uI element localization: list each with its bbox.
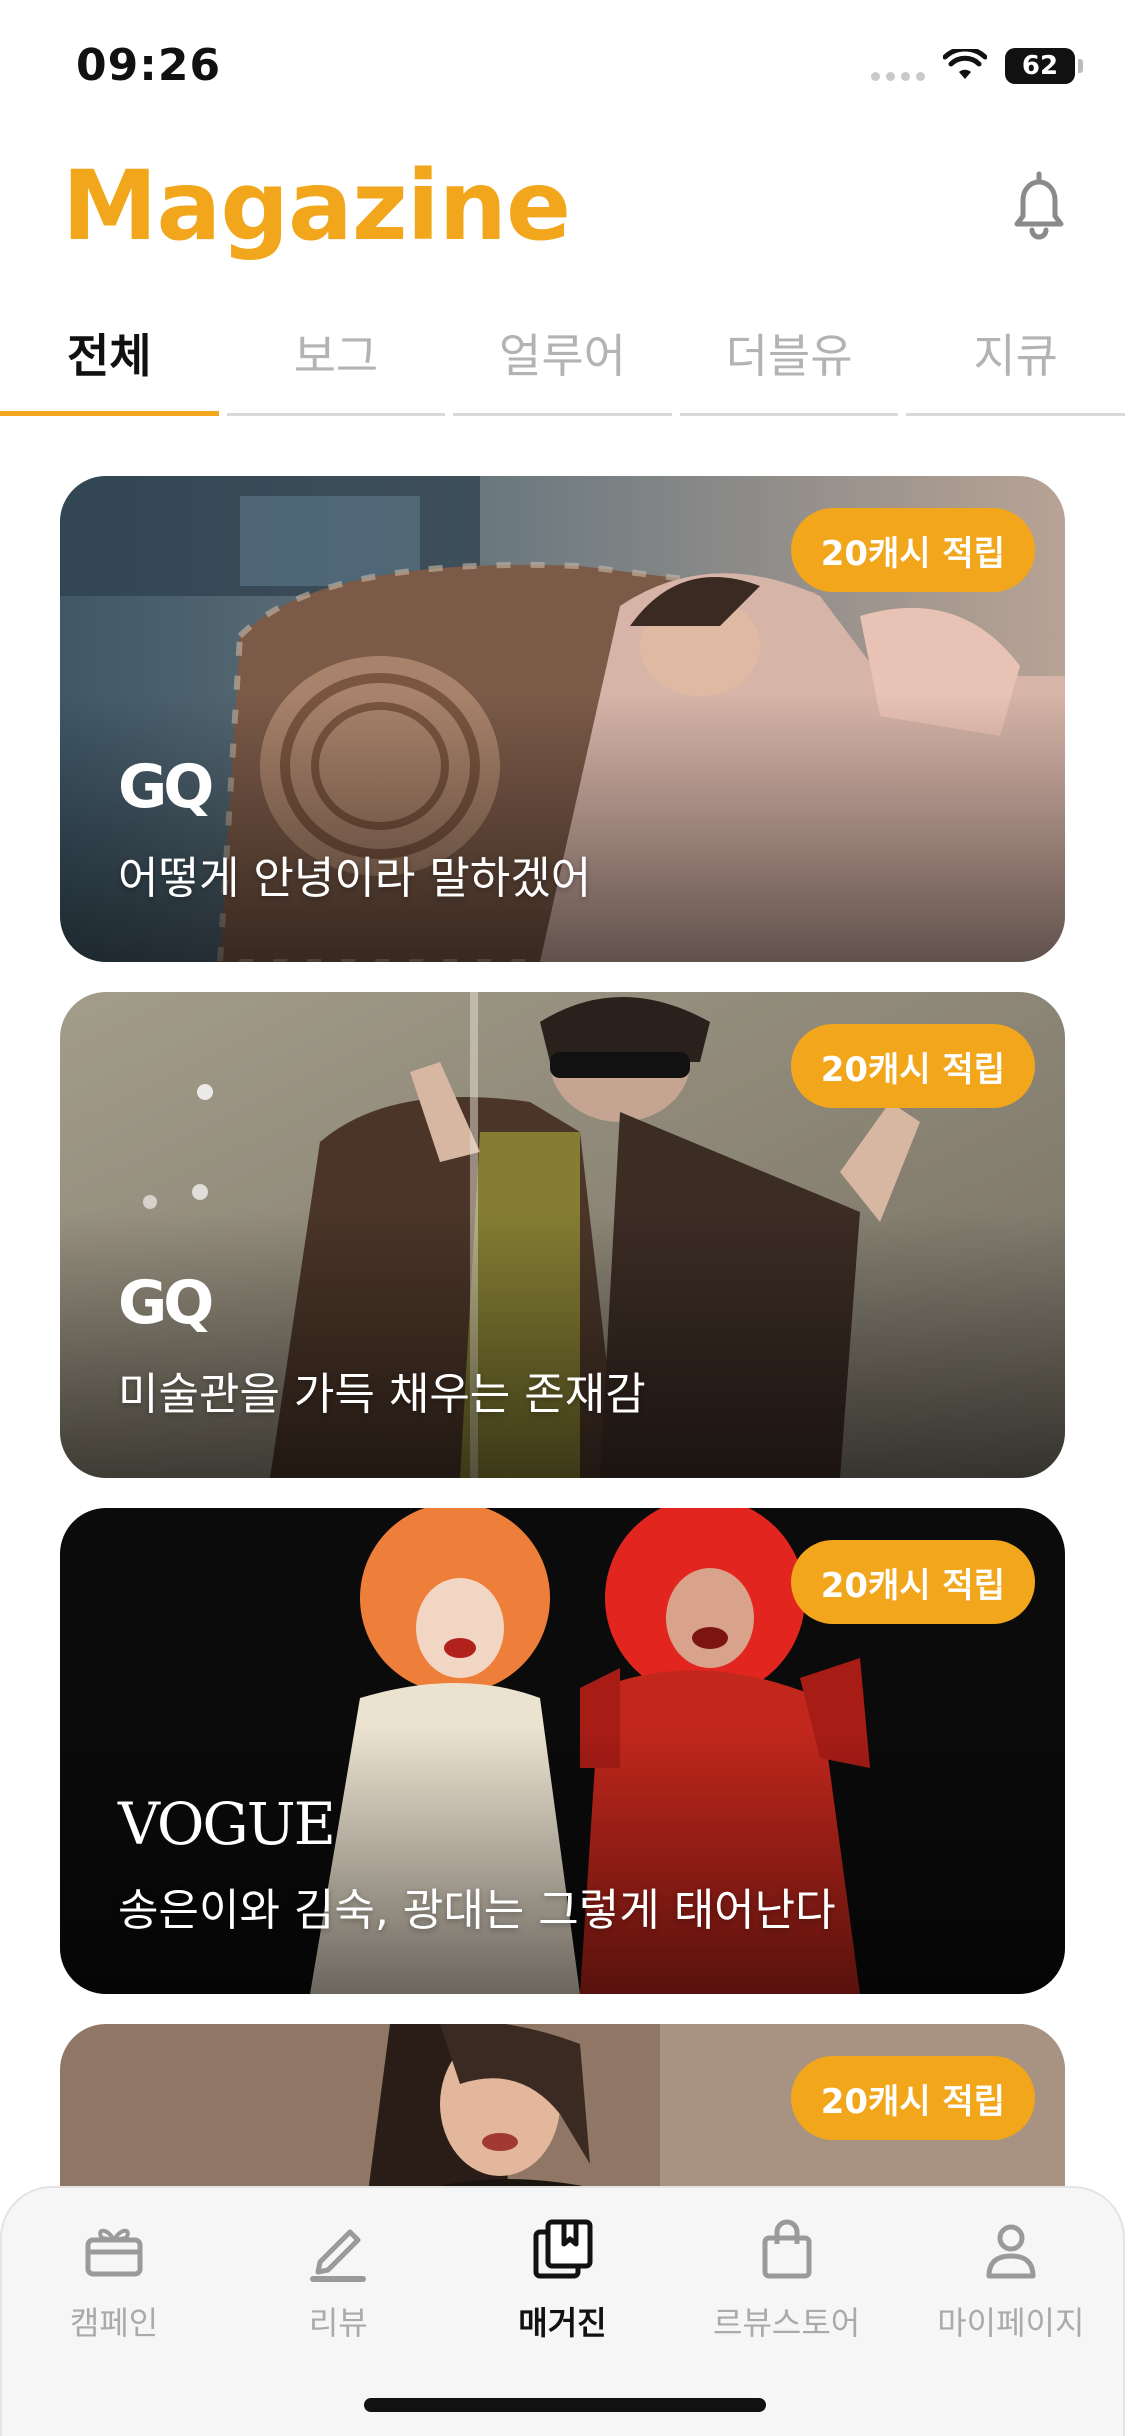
nav-label: 리뷰 <box>308 2304 368 2342</box>
pencil-icon <box>310 2229 367 2282</box>
nav-label: 르뷰스토어 <box>713 2304 861 2342</box>
tab-divider <box>906 413 1125 416</box>
cash-reward-badge: 20캐시 적립 <box>790 2056 1035 2140</box>
tab-divider <box>226 413 446 416</box>
magazine-feed: 20캐시 적립 GQ 어떻게 안녕이라 말하겠어 20캐시 적립 GQ 미술관을… <box>60 476 1065 2436</box>
tab-indicator <box>0 411 219 416</box>
nav-item-campaign[interactable]: 캠페인 <box>14 2218 214 2344</box>
wifi-icon <box>943 49 987 79</box>
vogue-logo: VOGUE <box>118 1790 336 1858</box>
tab-vogue[interactable]: 보그 <box>226 300 446 416</box>
tab-divider <box>453 413 672 416</box>
tab-label: 더블유 <box>725 329 853 383</box>
nav-label: 캠페인 <box>69 2304 159 2342</box>
magazine-screen: 09:26 62 Magazine 전체 보그 얼루어 더블유 지큐 20캐시 … <box>0 0 1125 2436</box>
gift-icon <box>85 2228 143 2277</box>
cash-reward-badge: 20캐시 적립 <box>790 1540 1035 1624</box>
nav-label: 매거진 <box>518 2304 607 2342</box>
article-title: 송은이와 김숙, 광대는 그렇게 태어난다 <box>118 1885 836 1936</box>
header: Magazine <box>0 140 1125 280</box>
tab-label: 지큐 <box>973 329 1058 383</box>
tab-divider <box>679 413 899 416</box>
article-title: 미술관을 가득 채우는 존재감 <box>118 1369 646 1420</box>
status-bar: 09:26 62 <box>0 0 1125 140</box>
gq-logo: GQ <box>118 1268 214 1338</box>
tab-label: 얼루어 <box>499 329 626 383</box>
nav-item-mypage[interactable]: 마이페이지 <box>911 2218 1111 2344</box>
nav-item-magazine[interactable]: 매거진 <box>462 2218 662 2344</box>
tab-gq[interactable]: 지큐 <box>906 300 1125 416</box>
status-icons: 62 <box>871 48 1083 84</box>
tab-all[interactable]: 전체 <box>0 300 219 416</box>
category-tabs: 전체 보그 얼루어 더블유 지큐 <box>0 300 1125 416</box>
magazine-icon <box>533 2219 593 2279</box>
nav-item-store[interactable]: 르뷰스토어 <box>687 2218 887 2344</box>
gq-logo: GQ <box>118 752 214 822</box>
bottom-navigation: 캠페인 리뷰 매거진 르뷰스토어 마이페이지 <box>0 2186 1125 2436</box>
cash-reward-badge: 20캐시 적립 <box>790 1024 1035 1108</box>
article-card[interactable]: 20캐시 적립 GQ 미술관을 가득 채우는 존재감 <box>60 992 1065 1478</box>
person-icon <box>986 2224 1036 2279</box>
tab-w[interactable]: 더블유 <box>679 300 899 416</box>
tab-label: 전체 <box>66 329 152 383</box>
article-card[interactable]: 20캐시 적립 GQ 어떻게 안녕이라 말하겠어 <box>60 476 1065 962</box>
tab-label: 보그 <box>293 329 379 383</box>
bell-icon[interactable] <box>1009 170 1069 240</box>
signal-icon <box>871 51 925 81</box>
page-title: Magazine <box>62 150 571 262</box>
nav-label: 마이페이지 <box>937 2304 1085 2342</box>
nav-item-review[interactable]: 리뷰 <box>238 2218 438 2344</box>
nav-items: 캠페인 리뷰 매거진 르뷰스토어 마이페이지 <box>2 2218 1123 2344</box>
tab-allure[interactable]: 얼루어 <box>453 300 672 416</box>
article-card[interactable]: 20캐시 적립 VOGUE 송은이와 김숙, 광대는 그렇게 태어난다 <box>60 1508 1065 1994</box>
home-indicator <box>364 2398 766 2412</box>
shopping-bag-icon <box>762 2219 812 2279</box>
article-title: 어떻게 안녕이라 말하겠어 <box>118 853 592 904</box>
battery-icon: 62 <box>1005 48 1083 84</box>
status-time: 09:26 <box>76 40 222 91</box>
cash-reward-badge: 20캐시 적립 <box>790 508 1035 592</box>
